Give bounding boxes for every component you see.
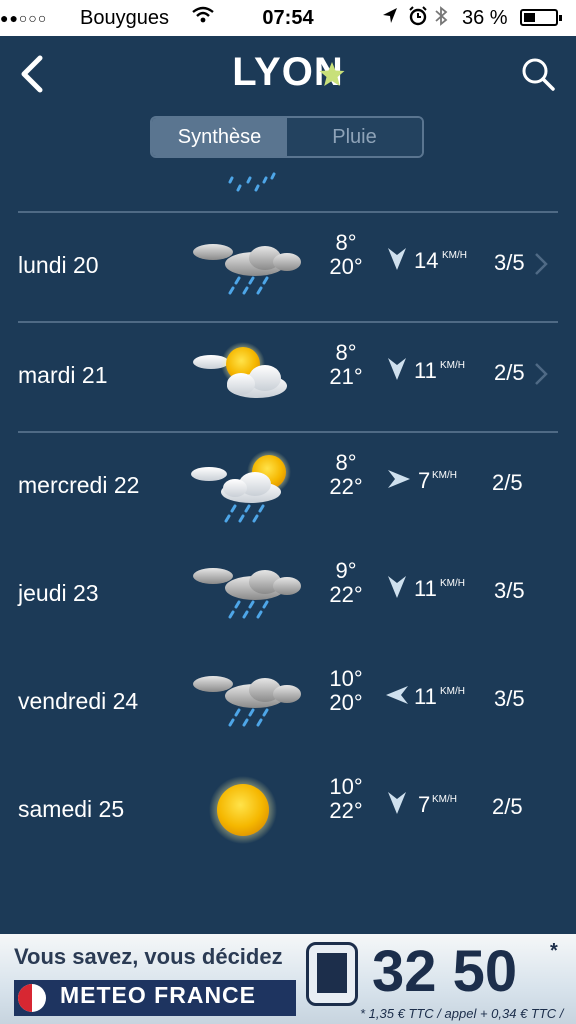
rain-cloud-icon [191, 242, 303, 295]
ad-tagline: Vous savez, vous décidez [14, 944, 283, 969]
forecast-row: vendredi 24 10° 20° 11 KM/H 3/5 [0, 648, 576, 756]
wind-speed: 7 [418, 468, 431, 493]
wind-direction-icon [388, 358, 406, 380]
ad-price-note: * 1,35 € TTC / appel + 0,34 € TTC / mn [360, 1006, 564, 1024]
status-bar: ●●○○○ Bouygues 07:54 36 % [0, 0, 576, 36]
temp-min: 10° [329, 666, 363, 691]
tab-pluie[interactable]: Pluie [287, 118, 422, 156]
temp-min: 8° [335, 340, 357, 365]
battery-percent: 36 % [462, 7, 508, 29]
forecast-row: samedi 25 10° 22° 7 KM/H 2/5 [0, 756, 576, 864]
search-icon [522, 58, 555, 91]
wind-speed: 11 [414, 358, 437, 383]
chevron-right-icon [534, 252, 548, 283]
tab-synthese[interactable]: Synthèse [152, 118, 287, 156]
index-score: 2/5 [492, 794, 523, 819]
temp-max: 22° [329, 798, 363, 823]
wind-speed: 11 [414, 576, 437, 601]
page-title: LYON [232, 50, 344, 94]
ad-banner[interactable]: Vous savez, vous décidez METEO FRANCE 32… [0, 934, 576, 1024]
index-score: 2/5 [494, 360, 525, 385]
wind-unit: KM/H [442, 250, 467, 261]
wind-unit: KM/H [432, 794, 457, 805]
search-button[interactable] [520, 56, 556, 92]
day-label: vendredi 24 [18, 688, 139, 714]
wind-direction-icon [388, 470, 410, 488]
sun-behind-cloud-icon [193, 342, 287, 398]
day-label: mardi 21 [18, 362, 108, 388]
location-arrow-icon [382, 7, 398, 30]
temp-max: 22° [329, 474, 363, 499]
temp-max: 21° [329, 364, 363, 389]
wind-unit: KM/H [440, 360, 465, 371]
day-label: lundi 20 [18, 252, 99, 278]
forecast-row: mercredi 22 8° 22° 7 KM/H 2/5 [0, 432, 576, 540]
chevron-right-icon [534, 362, 548, 393]
sun-icon [209, 776, 277, 844]
ad-brand: METEO FRANCE [60, 982, 256, 1008]
wind-speed: 11 [414, 684, 437, 709]
ad-asterisk: * [550, 940, 558, 962]
wind-direction-icon [388, 792, 406, 814]
wind-unit: KM/H [440, 578, 465, 589]
index-score: 3/5 [494, 250, 525, 275]
wind-direction-icon [388, 576, 406, 598]
temp-max: 22° [329, 582, 363, 607]
forecast-row[interactable]: lundi 20 8° 20° 14 KM/H 3/5 [0, 212, 576, 320]
favorite-star-icon[interactable] [318, 60, 346, 93]
wind-speed: 14 [414, 248, 439, 273]
temp-min: 9° [335, 558, 357, 583]
phone-icon [306, 942, 358, 1006]
wind-direction-icon [388, 248, 406, 270]
alarm-clock-icon [408, 6, 428, 31]
sun-rain-cloud-icon [191, 450, 291, 523]
rain-drops-icon [220, 170, 290, 197]
bluetooth-icon [434, 6, 448, 31]
index-score: 3/5 [494, 578, 525, 603]
temp-max: 20° [329, 690, 363, 715]
rain-cloud-icon [191, 566, 303, 619]
day-label: samedi 25 [18, 796, 125, 822]
day-label: jeudi 23 [18, 580, 99, 606]
wind-unit: KM/H [440, 686, 465, 697]
nav-bar: LYON [0, 36, 576, 116]
temp-max: 20° [329, 254, 363, 279]
battery-icon [520, 9, 562, 26]
temp-min: 8° [335, 230, 357, 255]
temp-min: 10° [329, 774, 363, 799]
wind-speed: 7 [418, 792, 431, 817]
rain-cloud-icon [191, 674, 303, 727]
forecast-row[interactable]: mardi 21 8° 21° 11 KM/H 2/5 [0, 322, 576, 430]
temp-min: 8° [335, 450, 357, 475]
meteo-france-logo-icon [18, 984, 46, 1012]
wind-unit: KM/H [432, 470, 457, 481]
wind-direction-icon [386, 686, 408, 704]
ad-phone-number: 32 50 [372, 939, 518, 1004]
day-label: mercredi 22 [18, 472, 140, 498]
forecast-row: jeudi 23 9° 22° 11 KM/H 3/5 [0, 540, 576, 648]
index-score: 3/5 [494, 686, 525, 711]
index-score: 2/5 [492, 470, 523, 495]
view-switcher: Synthèse Pluie [150, 116, 424, 158]
